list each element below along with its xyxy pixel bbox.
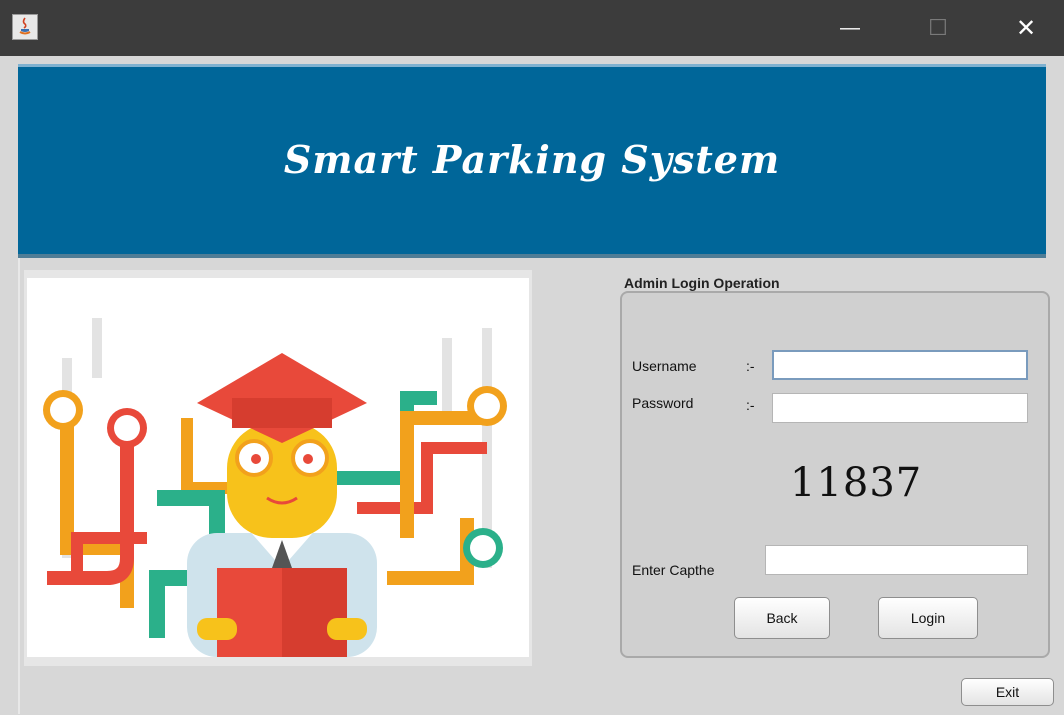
java-icon[interactable] [12, 14, 38, 40]
exit-button[interactable]: Exit [961, 678, 1054, 706]
banner-divider [18, 254, 1046, 258]
back-button[interactable]: Back [734, 597, 830, 639]
close-button[interactable]: ✕ [998, 0, 1054, 56]
minimize-button[interactable]: — [822, 0, 878, 56]
maximize-icon: ☐ [928, 15, 948, 40]
window-titlebar: — ☐ ✕ [0, 0, 1064, 56]
captcha-code: 11837 [790, 460, 923, 506]
username-field[interactable] [772, 350, 1028, 380]
header-banner: Smart Parking System [18, 64, 1046, 254]
captcha-field[interactable] [765, 545, 1028, 575]
captcha-label: Enter Capthe [632, 562, 715, 578]
password-label: Password [632, 395, 694, 411]
close-icon: ✕ [1015, 14, 1037, 42]
username-separator: :- [746, 358, 755, 374]
app-title: Smart Parking System [283, 137, 781, 182]
password-separator: :- [746, 397, 755, 413]
maximize-button[interactable]: ☐ [910, 0, 966, 56]
minimize-icon: — [840, 16, 860, 39]
login-button[interactable]: Login [878, 597, 978, 639]
illustration-panel [24, 270, 532, 666]
username-label: Username [632, 358, 697, 374]
graduate-illustration [27, 278, 529, 657]
password-field[interactable] [772, 393, 1028, 423]
login-panel-title: Admin Login Operation [624, 275, 780, 291]
